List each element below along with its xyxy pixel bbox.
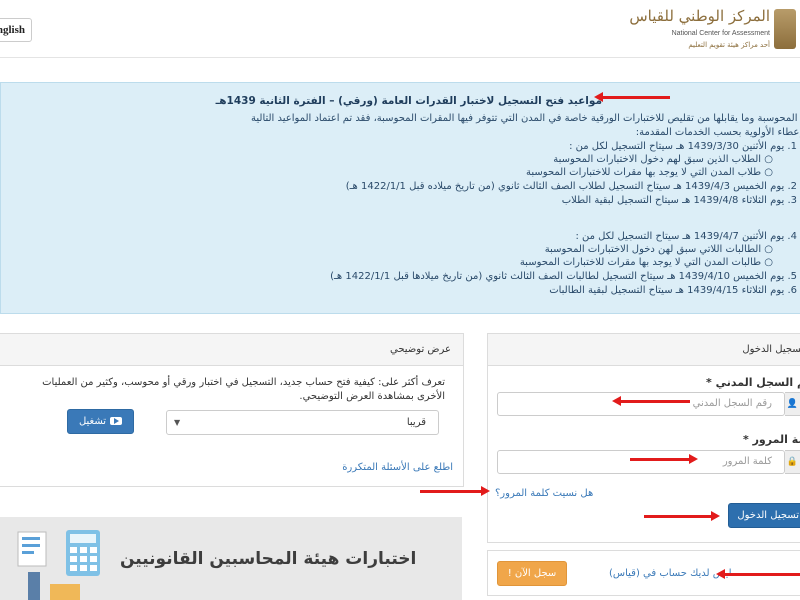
announcement-bullet: ○ طالبات المدن التي لا يوجد بها مقرات لل…	[519, 257, 773, 268]
user-icon: 👤	[785, 392, 800, 416]
play-demo-button[interactable]: تشغيل	[67, 409, 134, 434]
announcement-bullet-text: طالبات المدن التي لا يوجد بها مقرات للاخ…	[519, 257, 762, 268]
signup-button[interactable]: سجل الآن !	[497, 561, 567, 586]
site-logo[interactable]: المركز الوطني للقياس National Center for…	[629, 3, 800, 55]
password-input[interactable]: كلمة المرور	[497, 450, 785, 474]
announcement-bullet-text: طلاب المدن التي لا يوجد بها مقرات للاختب…	[526, 167, 762, 178]
announcement-title: مواعيد فتح التسجيل لاختبار القدرات العام…	[215, 95, 602, 107]
annotation-arrow	[420, 486, 490, 496]
logo-english-name: National Center for Assessment	[671, 30, 770, 37]
announcement-line: 1. يوم الأثنين 1439/3/30 هـ سيتاح التسجي…	[569, 141, 797, 152]
forgot-password-link[interactable]: هل نسيت كلمة المرور؟	[495, 488, 593, 499]
annotation-arrow	[716, 569, 800, 579]
login-button[interactable]: تسجيل الدخول	[728, 503, 800, 528]
login-panel-header: تسجيل الدخول	[488, 334, 800, 366]
civil-id-label: رقم السجل المدني *	[706, 376, 800, 389]
page: English المركز الوطني للقياس National Ce…	[0, 0, 800, 600]
demo-description-line: الأخرى بمشاهدة العرض التوضيحي.	[299, 391, 445, 402]
announcement-line: 3. يوم الثلاثاء 1439/4/8 هـ سيتاح التسجي…	[561, 195, 797, 206]
demo-select-value: قريبا	[406, 417, 426, 428]
logo-subtitle: أحد مراكز هيئة تقويم التعليم	[688, 41, 770, 49]
demo-select[interactable]: قريبا ▼	[166, 410, 439, 435]
announcement-line: 2. يوم الخميس 1439/4/3 هـ سيتاح التسجيل …	[345, 181, 797, 192]
faq-link[interactable]: اطلع على الأسئلة المتكررة	[342, 462, 453, 473]
announcement-line: 5. يوم الخميس 1439/4/10 هـ سيتاح التسجيل…	[330, 271, 797, 282]
header: English المركز الوطني للقياس National Ce…	[0, 0, 800, 58]
annotation-arrow	[630, 454, 698, 464]
banner-title: اختبارات هيئة المحاسبين القانونيين	[120, 549, 417, 569]
demo-description-line: تعرف أكثر على: كيفية فتح حساب جديد، التس…	[42, 377, 445, 388]
logo-arabic-name: المركز الوطني للقياس	[629, 7, 770, 25]
civil-id-input[interactable]: رقم السجل المدني	[497, 392, 785, 416]
announcement-box: مواعيد فتح التسجيل لاختبار القدرات العام…	[0, 82, 800, 314]
announcement-line: 4. يوم الأثنين 1439/4/7 هـ سيتاح التسجيل…	[575, 231, 797, 242]
announcement-bullet: ○ الطالبات اللاتي سبق لهن دخول الاختبارا…	[544, 244, 773, 255]
password-label: كلمة المرور *	[743, 433, 800, 446]
language-toggle-button[interactable]: English	[0, 18, 32, 42]
chevron-down-icon: ▼	[174, 418, 181, 427]
lock-icon: 🔒	[785, 450, 800, 474]
logo-emblem-icon	[774, 9, 796, 49]
play-button-label: تشغيل	[78, 416, 107, 427]
announcement-bullet-text: الطلاب الذين سبق لهم دخول الاختبارات الم…	[553, 154, 762, 165]
demo-panel-header: عرض توضيحي	[0, 334, 463, 366]
announcement-bullet: ○ الطلاب الذين سبق لهم دخول الاختبارات ا…	[553, 154, 773, 165]
announcement-bullet: ○ طلاب المدن التي لا يوجد بها مقرات للاخ…	[526, 167, 773, 178]
announcement-line: بناءً على خطة المركز في التحول إلى الاخت…	[251, 113, 800, 124]
accounting-illustration-icon	[17, 530, 100, 600]
annotation-arrow	[594, 92, 670, 102]
annotation-arrow	[612, 396, 690, 406]
announcement-line: وإعطاء الأولوية بحسب الخدمات المقدمة:	[635, 127, 800, 138]
demo-description: تعرف أكثر على: كيفية فتح حساب جديد، التس…	[0, 376, 445, 404]
annotation-arrow	[644, 511, 720, 521]
no-account-link[interactable]: ليس لديك حساب في (قياس)	[609, 568, 732, 579]
announcement-bullet-text: الطالبات اللاتي سبق لهن دخول الاختبارات …	[544, 244, 762, 255]
play-icon	[110, 417, 123, 425]
announcement-line: 6. يوم الثلاثاء 1439/4/15 هـ سيتاح التسج…	[549, 285, 797, 296]
